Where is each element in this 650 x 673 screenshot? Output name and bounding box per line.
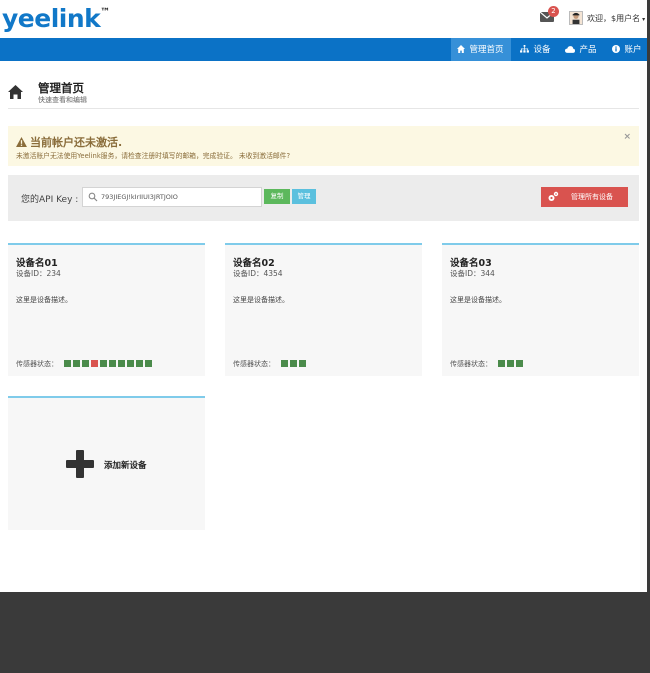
sensor-indicators	[496, 360, 523, 368]
device-description: 这里是设备描述。	[16, 296, 72, 304]
device-name[interactable]: 设备名03	[450, 255, 492, 269]
sensor-indicator[interactable]	[73, 360, 80, 367]
sensor-indicator[interactable]	[516, 360, 523, 367]
device-name[interactable]: 设备名02	[233, 255, 275, 269]
nav-bar: 管理首页 设备 产品 账户	[0, 38, 647, 61]
sensor-indicator[interactable]	[100, 360, 107, 367]
sensor-indicator[interactable]	[281, 360, 288, 367]
divider	[8, 108, 639, 109]
sensor-indicator[interactable]	[290, 360, 297, 367]
nav-item-products[interactable]: 产品	[559, 38, 601, 61]
sensor-indicator[interactable]	[507, 360, 514, 367]
api-key-bar: 您的API Key : 复制 管理 管理所有设备	[8, 175, 639, 221]
device-id: 设备ID：344	[450, 269, 495, 278]
api-key-input[interactable]	[101, 188, 259, 206]
page-subtitle: 快速查看和编辑	[38, 96, 87, 104]
device-card[interactable]: 设备名03 设备ID：344 这里是设备描述。 传感器状态：	[442, 243, 639, 376]
sensor-indicator[interactable]	[299, 360, 306, 367]
avatar[interactable]	[569, 11, 583, 25]
nav-item-account[interactable]: 账户	[606, 38, 647, 61]
add-device-label: 添加新设备	[104, 461, 147, 471]
caret-down-icon: ▾	[642, 16, 646, 23]
home-icon	[457, 45, 468, 54]
welcome-text: 欢迎，$用户名	[587, 14, 641, 23]
device-id: 设备ID：234	[16, 269, 61, 278]
plus-icon	[66, 450, 94, 478]
sensor-indicator[interactable]	[127, 360, 134, 367]
manage-all-devices-button[interactable]: 管理所有设备	[541, 187, 628, 207]
device-name[interactable]: 设备名01	[16, 255, 58, 269]
home-icon	[8, 85, 23, 99]
sensor-indicator-error[interactable]	[91, 360, 98, 367]
sensor-status: 传感器状态：	[450, 359, 523, 369]
device-id: 设备ID：4354	[233, 269, 283, 278]
user-menu[interactable]: 欢迎，$用户名 ▾	[587, 13, 645, 24]
device-description: 这里是设备描述。	[233, 296, 289, 304]
page: yeelink™ 2 欢迎，$用户名 ▾ 管理首页 设备 产品 账户 管理首页 …	[0, 0, 647, 592]
copy-button[interactable]: 复制	[264, 189, 290, 204]
nav-item-devices[interactable]: 设备	[514, 38, 556, 61]
page-title: 管理首页	[38, 81, 84, 95]
add-device-card[interactable]: 添加新设备	[8, 396, 205, 530]
sitemap-icon	[520, 45, 532, 54]
activation-alert: 当前帐户还未激活. 未激活账户无法使用Yeelink服务，请检查注册时填写的邮箱…	[8, 126, 639, 166]
api-key-field[interactable]	[82, 187, 262, 207]
cogs-icon	[548, 191, 559, 201]
search-icon	[88, 192, 98, 202]
sensor-indicator[interactable]	[118, 360, 125, 367]
close-icon[interactable]: ×	[623, 132, 631, 142]
notification-badge: 2	[548, 6, 559, 17]
sensor-status: 传感器状态：	[16, 359, 152, 369]
top-bar: yeelink™ 2 欢迎，$用户名 ▾	[0, 0, 647, 38]
sensor-indicator[interactable]	[64, 360, 71, 367]
sensor-indicator[interactable]	[145, 360, 152, 367]
sensor-indicator[interactable]	[109, 360, 116, 367]
sensor-status: 传感器状态：	[233, 359, 306, 369]
sensor-indicators	[62, 360, 152, 368]
sensor-indicator[interactable]	[82, 360, 89, 367]
device-card[interactable]: 设备名02 设备ID：4354 这里是设备描述。 传感器状态：	[225, 243, 422, 376]
sensor-indicator[interactable]	[498, 360, 505, 367]
nav-item-dashboard[interactable]: 管理首页	[451, 38, 511, 61]
info-icon	[612, 45, 623, 54]
sensor-indicators	[279, 360, 306, 368]
device-card[interactable]: 设备名01 设备ID：234 这里是设备描述。 传感器状态：	[8, 243, 205, 376]
cloud-icon	[565, 45, 578, 54]
api-key-label: 您的API Key :	[21, 195, 79, 205]
logo[interactable]: yeelink™	[2, 4, 110, 33]
warning-icon	[16, 137, 27, 147]
sensor-indicator[interactable]	[136, 360, 143, 367]
manage-key-button[interactable]: 管理	[292, 189, 316, 204]
device-description: 这里是设备描述。	[450, 296, 506, 304]
alert-text: 未激活账户无法使用Yeelink服务，请检查注册时填写的邮箱，完成验证。 未收到…	[16, 152, 291, 160]
alert-title: 当前帐户还未激活.	[16, 134, 122, 150]
